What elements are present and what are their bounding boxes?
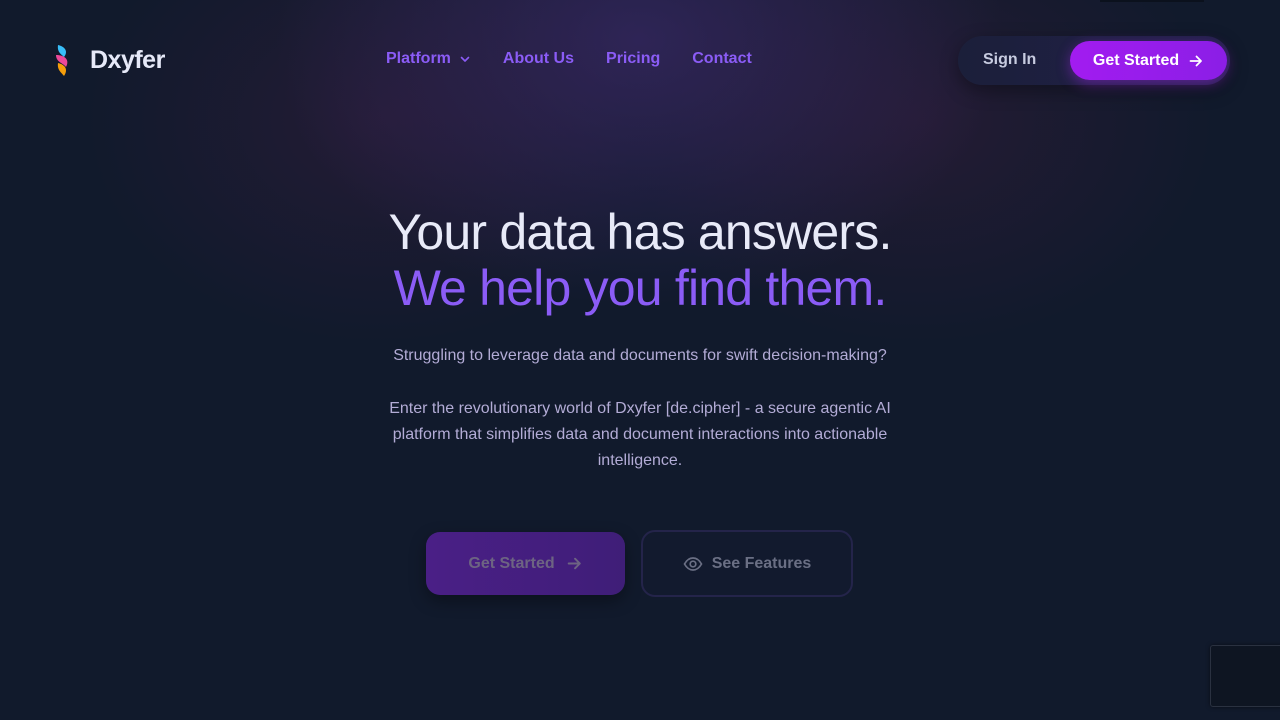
see-features-button[interactable]: See Features [641,530,853,597]
nav-item-label: Pricing [606,50,661,67]
button-label: See Features [711,554,812,572]
arrow-right-icon [567,557,581,570]
button-label: Get Started [1092,51,1180,69]
sign-in-link[interactable]: Sign In [983,51,1036,69]
main-nav: Platform About Us Pricing Contact [386,50,784,68]
nav-item-label: Platform [386,50,451,67]
site-header: Dxyfer Platform About Us Pricing Contact… [0,0,1280,120]
nav-item-about-us[interactable]: About Us [503,50,574,68]
brand-logo[interactable]: Dxyfer [52,43,165,77]
nav-item-label: About Us [502,50,575,67]
button-label: Get Started [468,554,555,572]
hero-subtitle: Struggling to leverage data and document… [393,347,887,364]
header-get-started-button[interactable]: Get Started [1070,41,1227,80]
nav-item-contact[interactable]: Contact [692,50,752,68]
brand-name: Dxyfer [90,45,165,74]
nav-item-platform[interactable]: Platform [386,50,471,68]
chevron-down-icon [460,56,470,62]
hero-tagline: We help you find them. [393,260,888,316]
hero-title: Your data has answers. [388,204,892,260]
hero-description: Enter the revolutionary world of Dxyfer … [389,400,891,469]
recaptcha-badge[interactable] [1210,645,1280,707]
nav-item-pricing[interactable]: Pricing [606,50,660,68]
eye-icon [683,556,703,571]
dxyfer-flame-logo-icon [56,45,68,76]
arrow-right-icon [1189,55,1203,66]
auth-controls: Sign In Get Started [958,36,1230,85]
nav-item-label: Contact [692,50,752,67]
hero-get-started-button[interactable]: Get Started [426,532,625,595]
